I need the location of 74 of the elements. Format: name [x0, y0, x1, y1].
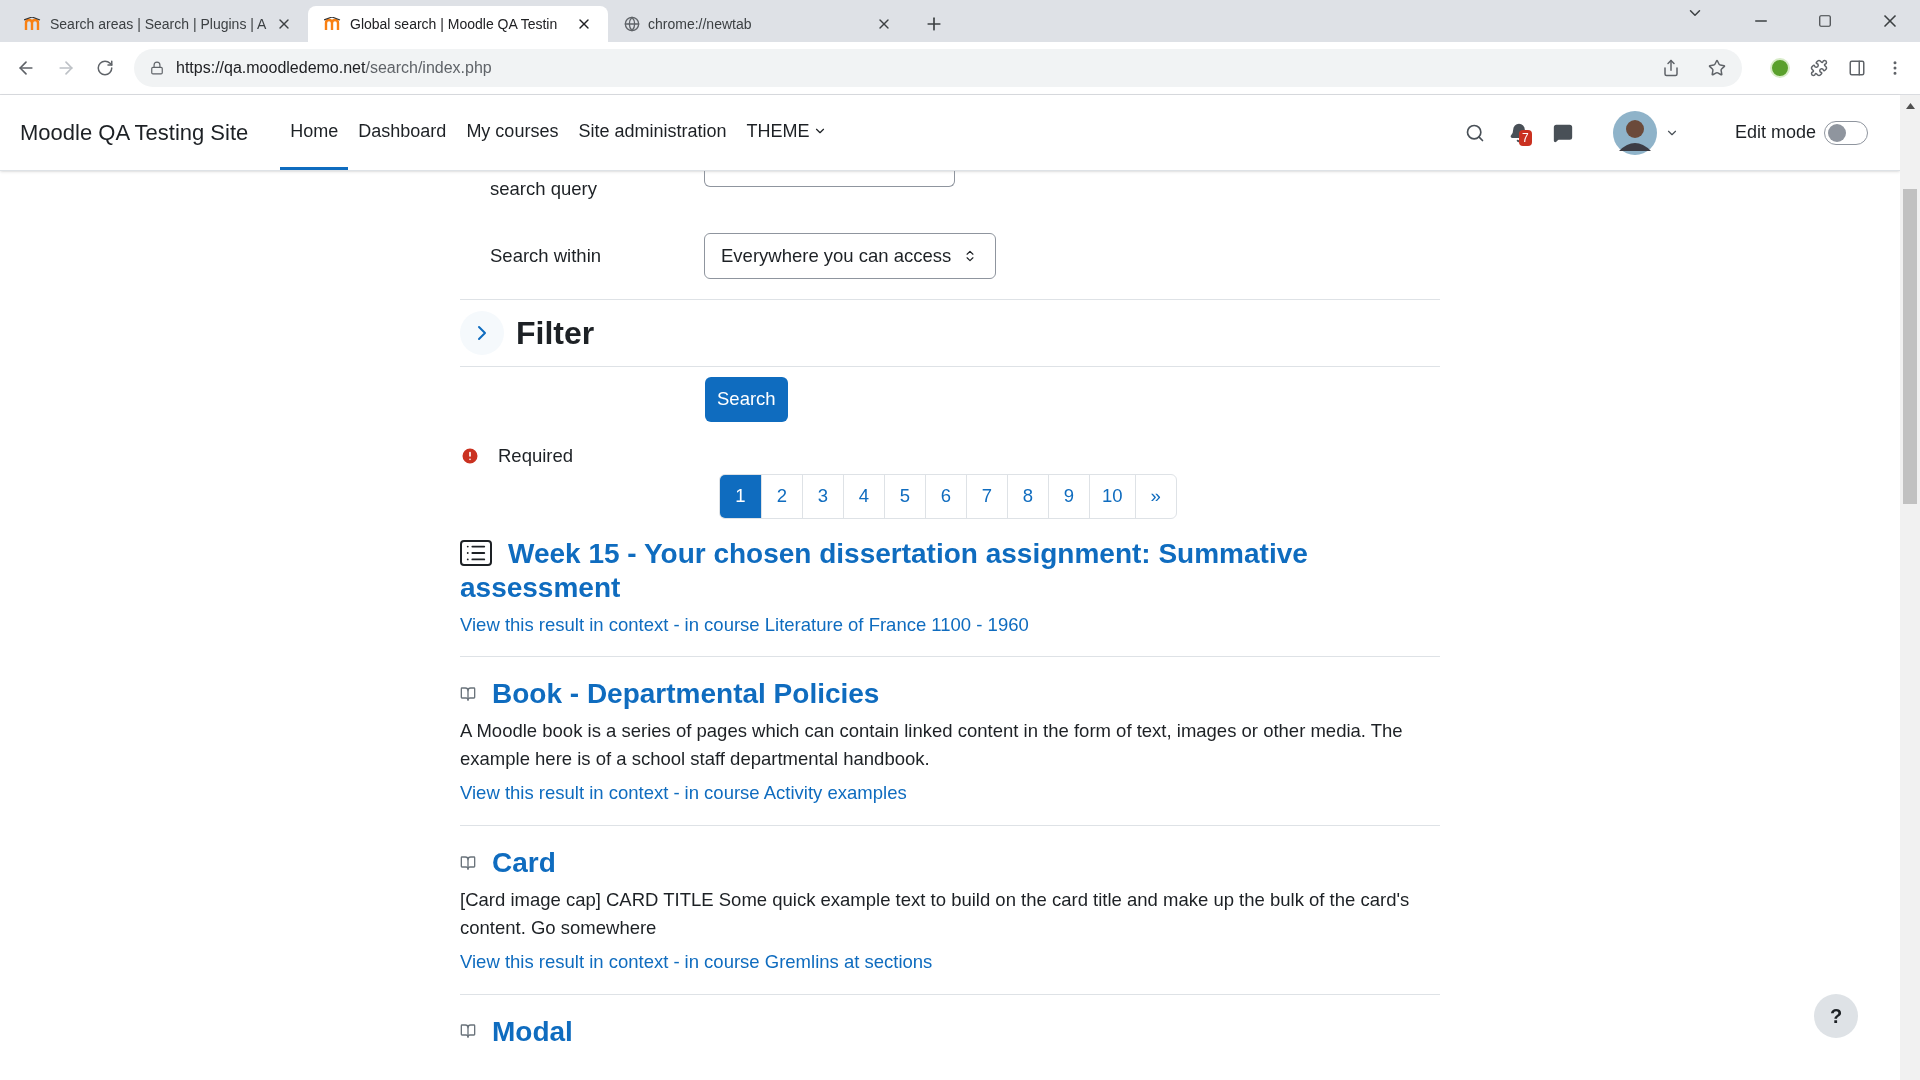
result-link[interactable]: View this result in context — [460, 613, 669, 635]
avatar[interactable] — [1612, 110, 1657, 155]
page-link[interactable]: 4 — [843, 474, 884, 518]
result-title-link[interactable]: Week 15 - Your chosen dissertation assignment: Summative assessment — [460, 536, 1440, 605]
result-description: A Moodle book is a series of pages which can contain linked content in the form of text, images or other media. The example here is of a school staff departmental handbook. — [460, 719, 1404, 772]
restore-icon[interactable] — [1818, 14, 1832, 28]
result-link[interactable]: View this result in context — [460, 782, 669, 804]
section-heading: Filter — [516, 313, 595, 353]
scrollbar[interactable] — [1900, 95, 1920, 1080]
browser-tab[interactable]: chrome://newtab — [608, 6, 908, 42]
nav-link[interactable]: Home — [280, 95, 349, 170]
star-icon[interactable] — [1708, 59, 1726, 77]
page-link[interactable]: 5 — [884, 474, 925, 518]
page-link[interactable]: 2 — [761, 474, 802, 518]
side-panel-icon[interactable] — [1848, 59, 1866, 77]
search-icon[interactable] — [1464, 122, 1485, 143]
tab-title: chrome://newtab — [648, 14, 753, 34]
url-path: /search/index.php — [365, 59, 492, 76]
lock-icon — [150, 61, 164, 75]
page-link[interactable]: 8 — [1007, 474, 1048, 518]
page-link[interactable]: 3 — [802, 474, 843, 518]
separator: - — [673, 782, 680, 804]
share-icon[interactable] — [1662, 59, 1680, 77]
extension-icon[interactable] — [1770, 58, 1790, 78]
field-label: search query — [490, 177, 598, 201]
browser-tab[interactable]: Global search | Moodle QA Testin — [308, 6, 608, 42]
page-link[interactable]: 6 — [925, 474, 966, 518]
scroll-up-icon[interactable] — [1905, 103, 1915, 109]
page-link[interactable]: 9 — [1048, 474, 1089, 518]
course-link[interactable]: in course Gremlins at sections — [684, 951, 933, 972]
moodle-logo-icon — [24, 17, 42, 31]
nav-link[interactable]: THEME — [736, 95, 838, 170]
collapse-toggle[interactable] — [460, 310, 504, 355]
address-bar[interactable]: https://qa.moodledemo.net/search/index.php — [134, 49, 1742, 87]
separator: - — [673, 951, 680, 972]
extensions-icon[interactable] — [1810, 59, 1828, 77]
scrollbar-thumb[interactable] — [1903, 189, 1917, 504]
field-label: Search within — [490, 243, 603, 268]
separator: - — [673, 613, 680, 635]
page-link[interactable]: » — [1134, 474, 1176, 518]
select-field[interactable]: Everywhere you can access — [704, 232, 996, 279]
result-title-link[interactable]: Book - Departmental Policies — [460, 677, 1440, 712]
required-icon — [460, 445, 480, 466]
edit-mode-label: Edit mode — [1734, 121, 1816, 144]
query-field[interactable] — [704, 171, 955, 187]
result-title-link[interactable]: Modal — [460, 1014, 1440, 1049]
browser-tab[interactable]: Search areas | Search | Plugins | A — [8, 6, 308, 42]
help-button[interactable]: ? — [1814, 994, 1858, 1038]
tab-title: Search areas | Search | Plugins | A — [50, 14, 268, 34]
edit-mode-toggle[interactable] — [1824, 120, 1868, 145]
nav-link[interactable]: Site administration — [568, 95, 737, 170]
message-icon[interactable] — [1552, 122, 1573, 143]
site-name[interactable]: Moodle QA Testing Site — [20, 116, 249, 149]
tab-title: Global search | Moodle QA Testin — [350, 14, 559, 34]
book-icon — [460, 685, 476, 702]
result-title-link[interactable]: Card — [460, 846, 1440, 880]
list-icon — [460, 540, 492, 567]
nav-link[interactable]: Dashboard — [348, 95, 457, 170]
result-description: [Card image cap] CARD TITLE Some quick example text to build on the card title and make up the bulk of the card's content. Go somewhere — [460, 888, 1411, 940]
globe-icon — [624, 16, 640, 32]
page-link[interactable]: 1 — [720, 474, 761, 518]
course-link[interactable]: in course Activity examples — [684, 782, 907, 804]
page-link[interactable]: 10 — [1089, 474, 1135, 518]
result-link[interactable]: View this result in context — [460, 951, 669, 972]
moodle-logo-icon — [324, 17, 342, 31]
page-link[interactable]: 7 — [966, 474, 1007, 518]
nav-link[interactable]: My courses — [456, 95, 569, 170]
required-label: Required — [498, 443, 574, 468]
reload-icon[interactable] — [96, 59, 114, 77]
book-icon — [460, 854, 476, 871]
url-host: https://qa.moodledemo.net — [176, 59, 366, 76]
book-icon — [460, 1023, 476, 1040]
search-button[interactable]: Search — [705, 376, 788, 422]
course-link[interactable]: in course Literature of France 1100 - 1960 — [684, 613, 1029, 635]
